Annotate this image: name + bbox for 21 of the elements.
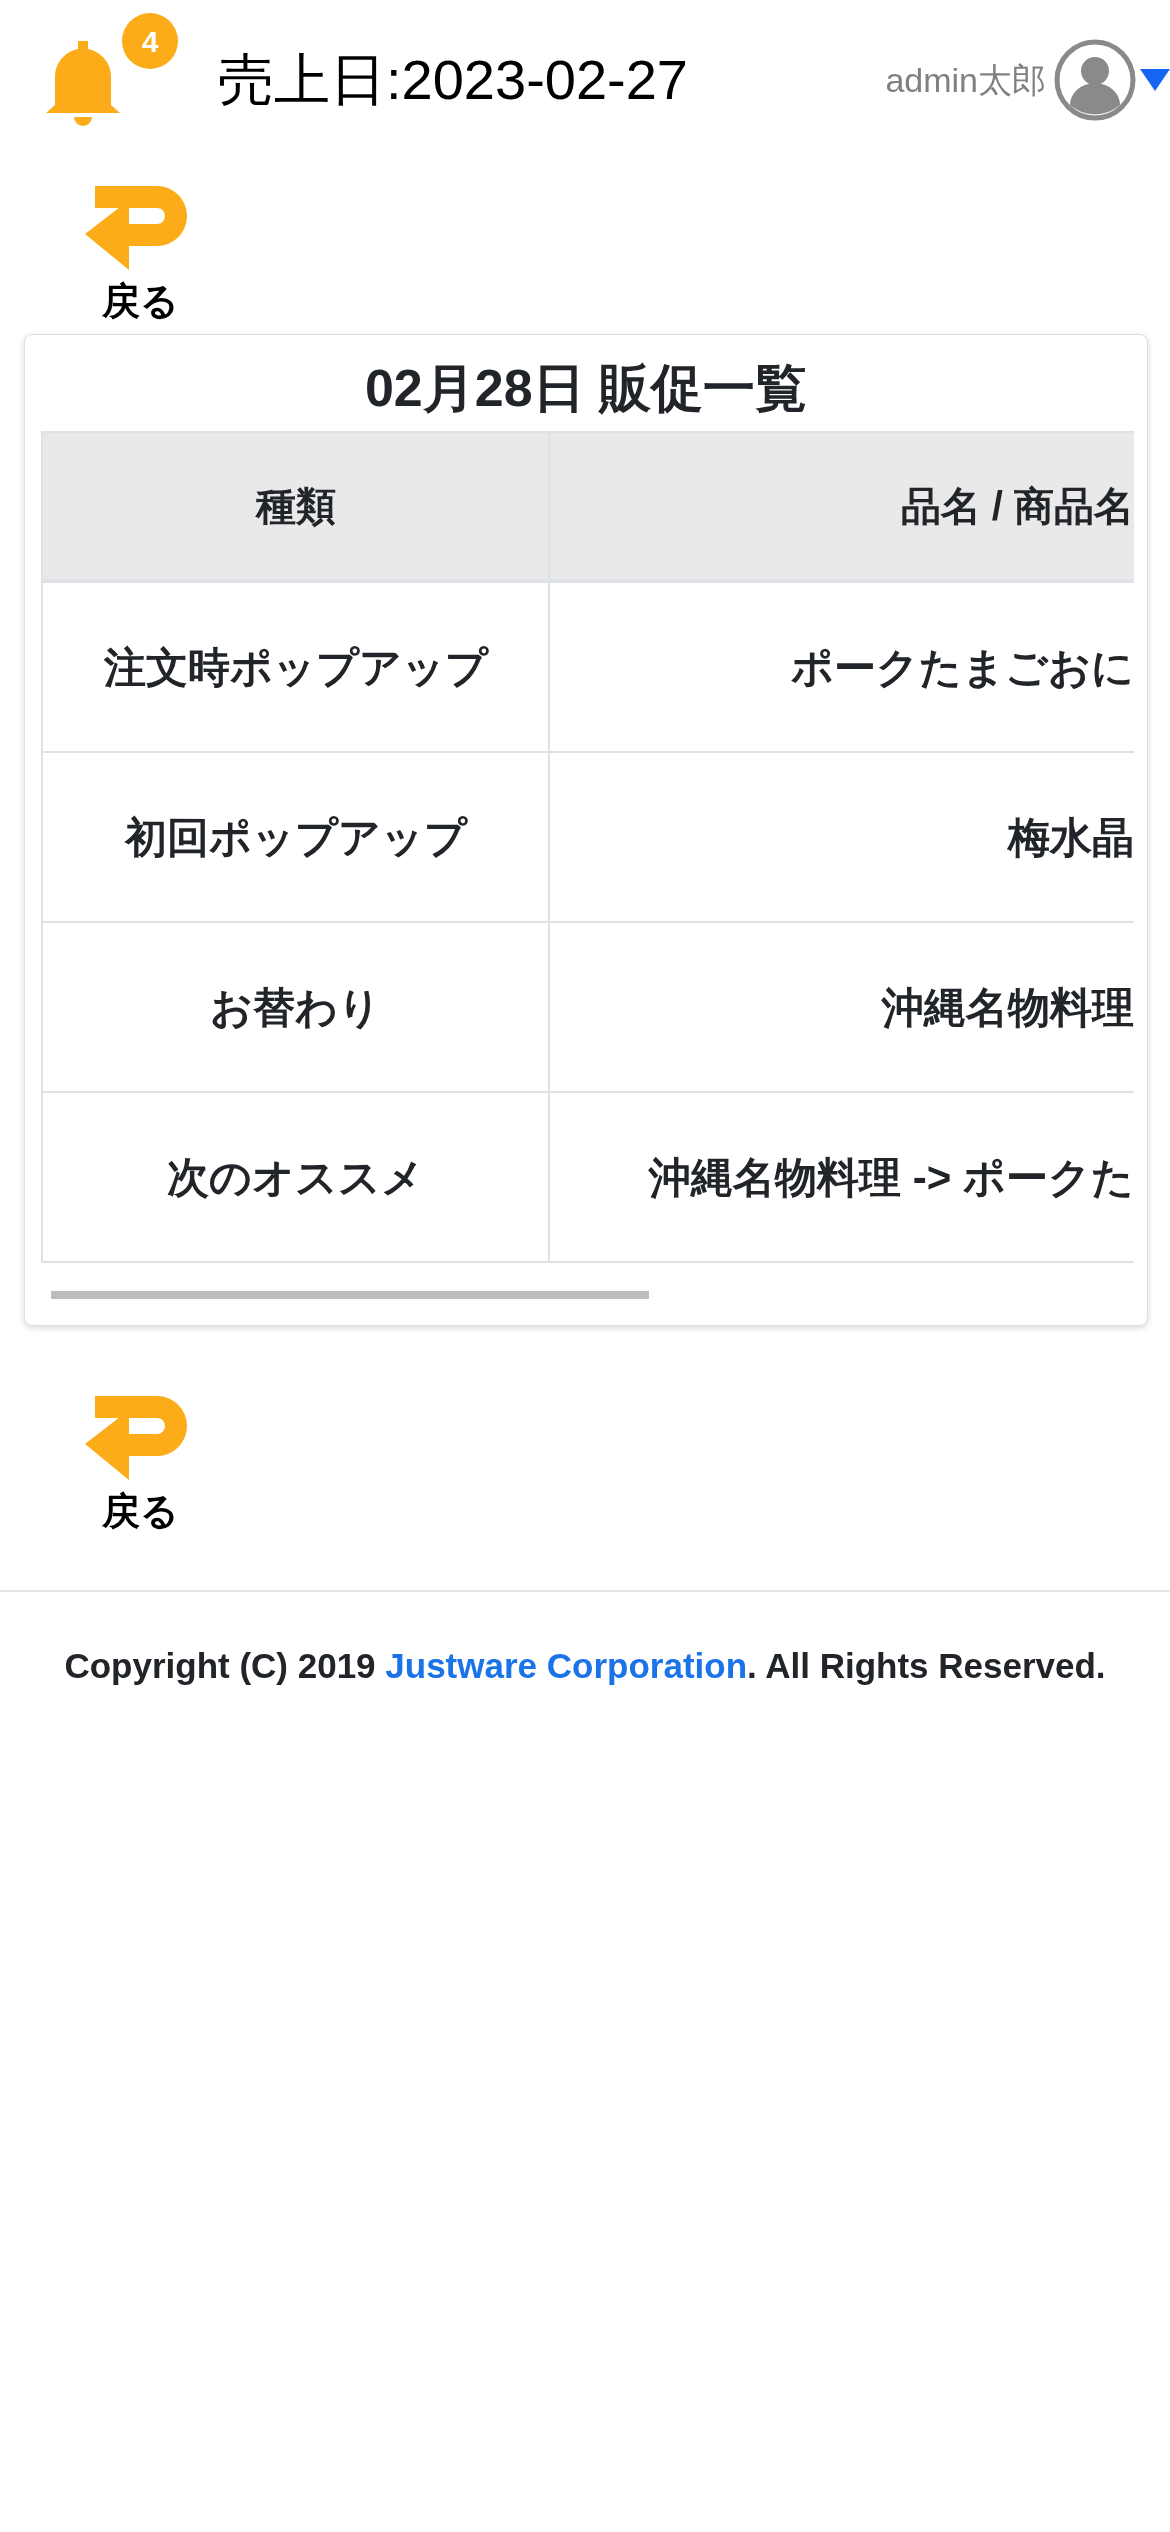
notification-badge: 4 [122,13,178,69]
company-link[interactable]: Justware Corporation [385,1646,748,1685]
table-cell: 沖縄名物料理 [550,923,1134,1093]
back-button[interactable]: 戻る [80,178,200,320]
user-name[interactable]: admin太郎 [885,54,1046,106]
table-cell: 梅水晶 [550,753,1134,923]
sales-date: 売上日:2023-02-27 [218,47,688,113]
back-button[interactable]: 戻る [80,1388,200,1530]
caret-down-icon[interactable] [1140,69,1170,91]
table-cell: お替わり [43,923,550,1093]
avatar-icon[interactable] [1054,39,1136,121]
table-cell: 初回ポップアップ [43,753,550,923]
table-cell: 注文時ポップアップ [43,583,550,753]
card-title: 02月28日 販促一覧 [363,358,809,419]
table-cell: 次のオススメ [43,1093,550,1263]
column-header: 種類 [43,433,550,583]
scrollbar[interactable] [51,1291,649,1299]
table-cell: 沖縄名物料理 -> ポークた [550,1093,1134,1263]
table-cell: ポークたまごおに [550,583,1134,753]
column-header: 品名 / 商品名 [550,433,1134,583]
copyright-text: Copyright (C) 2019 Justware Corporation. All Rights Reserved. [63,1645,1107,1687]
